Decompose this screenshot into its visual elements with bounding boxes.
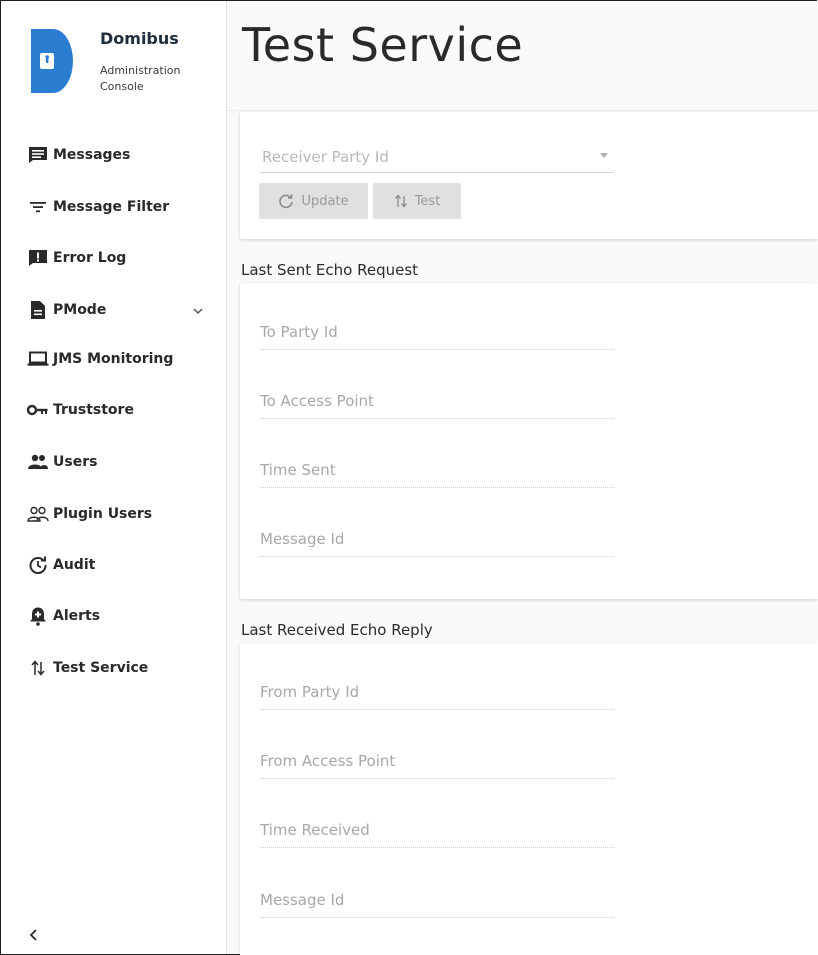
- filter-icon: [27, 196, 49, 218]
- field-label: To Party Id: [260, 323, 338, 341]
- sidebar-item-label: Truststore: [53, 402, 134, 418]
- update-button[interactable]: Update: [259, 183, 368, 219]
- page-title: Test Service: [242, 18, 524, 72]
- sidebar-item-label: Users: [53, 454, 98, 470]
- sidebar: Domibus Administration Console Messages …: [1, 1, 227, 954]
- sidebar-item-label: Audit: [53, 557, 96, 573]
- received-section-heading: Last Received Echo Reply: [241, 621, 433, 639]
- domibus-logo: [31, 29, 73, 93]
- swap-arrows-icon: [394, 193, 408, 209]
- plugin-users-icon: [27, 503, 49, 525]
- sidebar-item-test-service[interactable]: Test Service: [27, 655, 148, 681]
- sidebar-item-pmode[interactable]: PMode: [27, 297, 106, 323]
- app-subtitle: Administration Console: [100, 63, 200, 95]
- field-label: Time Received: [260, 821, 370, 839]
- chevron-left-icon[interactable]: [27, 927, 41, 943]
- app-name: Domibus: [100, 29, 179, 48]
- to-party-id-field[interactable]: To Party Id: [260, 319, 614, 350]
- message-icon: [27, 144, 49, 166]
- sidebar-item-label: Plugin Users: [53, 506, 153, 522]
- sidebar-item-label: Alerts: [53, 608, 101, 624]
- alert-icon: [27, 605, 49, 627]
- field-label: From Party Id: [260, 683, 360, 701]
- laptop-icon: [27, 348, 49, 370]
- receiver-party-placeholder: Receiver Party Id: [262, 148, 389, 166]
- receiver-party-select[interactable]: Receiver Party Id: [260, 140, 614, 173]
- sidebar-item-label: PMode: [53, 302, 107, 318]
- sidebar-item-plugin-users[interactable]: Plugin Users: [27, 501, 152, 527]
- sidebar-item-audit[interactable]: Audit: [27, 552, 95, 578]
- document-icon: [27, 299, 49, 321]
- sidebar-item-alerts[interactable]: Alerts: [27, 603, 100, 629]
- sidebar-item-users[interactable]: Users: [27, 449, 97, 475]
- sidebar-item-message-filter[interactable]: Message Filter: [27, 194, 169, 220]
- received-message-id-field[interactable]: Message Id: [260, 887, 614, 918]
- from-party-id-field[interactable]: From Party Id: [260, 679, 614, 710]
- dropdown-arrow-icon: [600, 153, 608, 158]
- update-button-label: Update: [301, 193, 349, 209]
- time-received-field[interactable]: Time Received: [260, 817, 614, 848]
- audit-icon: [27, 554, 49, 576]
- time-sent-field[interactable]: Time Sent: [260, 457, 614, 488]
- error-log-icon: [27, 247, 49, 269]
- test-button[interactable]: Test: [373, 183, 461, 219]
- test-controls-card: [240, 112, 818, 239]
- sent-message-id-field[interactable]: Message Id: [260, 526, 614, 557]
- sidebar-item-truststore[interactable]: Truststore: [27, 397, 134, 423]
- app-subtitle-line1: Administration: [100, 64, 181, 77]
- sidebar-item-label: Test Service: [53, 660, 149, 676]
- users-icon: [27, 451, 49, 473]
- sidebar-item-label: Messages: [53, 147, 131, 163]
- to-access-point-field[interactable]: To Access Point: [260, 388, 614, 419]
- field-label: From Access Point: [260, 752, 396, 770]
- chevron-down-icon[interactable]: [191, 303, 205, 317]
- field-label: Time Sent: [260, 461, 336, 479]
- test-button-label: Test: [414, 193, 441, 209]
- from-access-point-field[interactable]: From Access Point: [260, 748, 614, 779]
- sent-section-heading: Last Sent Echo Request: [241, 261, 419, 279]
- swap-arrows-icon: [27, 657, 49, 679]
- key-icon: [27, 399, 49, 421]
- sidebar-item-jms-monitoring[interactable]: JMS Monitoring: [27, 346, 173, 372]
- sidebar-item-messages[interactable]: Messages: [27, 142, 130, 168]
- sidebar-item-label: Message Filter: [53, 199, 170, 215]
- sidebar-item-label: JMS Monitoring: [53, 351, 174, 367]
- app-subtitle-line2: Console: [100, 80, 144, 93]
- refresh-icon: [278, 193, 294, 209]
- title-divider: [227, 110, 818, 111]
- field-label: To Access Point: [260, 392, 374, 410]
- field-label: Message Id: [260, 891, 345, 909]
- field-label: Message Id: [260, 530, 345, 548]
- sidebar-item-label: Error Log: [53, 250, 127, 266]
- sidebar-item-error-log[interactable]: Error Log: [27, 245, 126, 271]
